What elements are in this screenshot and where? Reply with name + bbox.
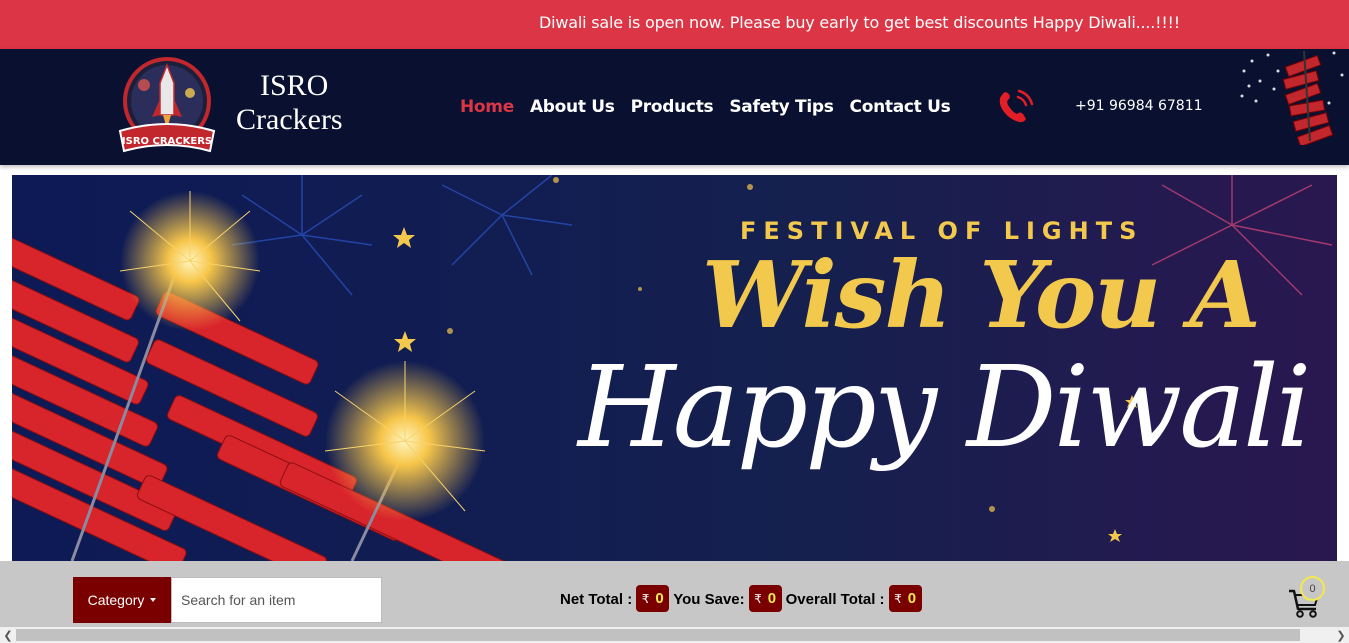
rupee-icon: ₹ xyxy=(894,591,902,606)
scroll-left-icon[interactable]: ❮ xyxy=(0,627,16,643)
announcement-bar: Diwali sale is open now. Please buy earl… xyxy=(0,0,1349,49)
phone-ringing-icon[interactable] xyxy=(996,89,1034,125)
nav-products[interactable]: Products xyxy=(631,97,714,117)
brand-line-2: Crackers xyxy=(236,103,343,136)
net-total-value: ₹ 0 xyxy=(636,585,670,612)
rupee-icon: ₹ xyxy=(641,591,650,606)
crackers-decoration-icon xyxy=(1234,41,1349,148)
overall-total-amount: 0 xyxy=(907,590,917,607)
logo-text: ISRO CRACKERS xyxy=(122,136,212,147)
brand-name[interactable]: ISRO Crackers xyxy=(236,69,343,137)
scrollbar-thumb[interactable] xyxy=(16,629,1300,641)
you-save-label: You Save: xyxy=(673,591,745,608)
category-dropdown-button[interactable]: Category xyxy=(73,577,171,623)
you-save-amount: 0 xyxy=(767,590,777,607)
totals-summary: Net Total : ₹ 0 You Save: ₹ 0 Overall To… xyxy=(560,585,926,612)
net-total-label: Net Total : xyxy=(560,591,633,608)
caret-down-icon xyxy=(150,598,157,602)
overall-total-label: Overall Total : xyxy=(785,591,885,608)
main-nav: Home About Us Products Safety Tips Conta… xyxy=(460,97,951,117)
cart-count-badge: 0 xyxy=(1300,576,1325,601)
you-save-value: ₹ 0 xyxy=(748,585,782,612)
banner-title-line-2: Happy Diwali xyxy=(578,343,1312,473)
category-label: Category xyxy=(87,592,145,608)
horizontal-scrollbar[interactable]: ❮ ❯ xyxy=(0,627,1349,643)
nav-about-us[interactable]: About Us xyxy=(530,97,615,117)
net-total-amount: 0 xyxy=(655,590,664,607)
brand-line-1: ISRO xyxy=(260,69,329,102)
hero-banner: FESTIVAL OF LIGHTS Wish You A Happy Diwa… xyxy=(12,175,1337,561)
phone-number[interactable]: +91 96984 67811 xyxy=(1075,98,1203,114)
overall-total-value: ₹ 0 xyxy=(888,585,922,612)
logo-badge-icon: ISRO CRACKERS xyxy=(118,57,216,153)
announcement-text: Diwali sale is open now. Please buy earl… xyxy=(539,13,1180,32)
search-input[interactable] xyxy=(171,577,382,623)
nav-contact-us[interactable]: Contact Us xyxy=(850,97,951,117)
rupee-icon: ₹ xyxy=(754,591,762,606)
site-header: ISRO CRACKERS ISRO Crackers Home About U… xyxy=(0,49,1349,165)
scroll-right-icon[interactable]: ❯ xyxy=(1333,627,1349,643)
nav-safety-tips[interactable]: Safety Tips xyxy=(729,97,833,117)
site-logo[interactable]: ISRO CRACKERS xyxy=(114,55,220,159)
nav-home[interactable]: Home xyxy=(460,97,514,117)
banner-title-line-1: Wish You A xyxy=(702,241,1261,349)
